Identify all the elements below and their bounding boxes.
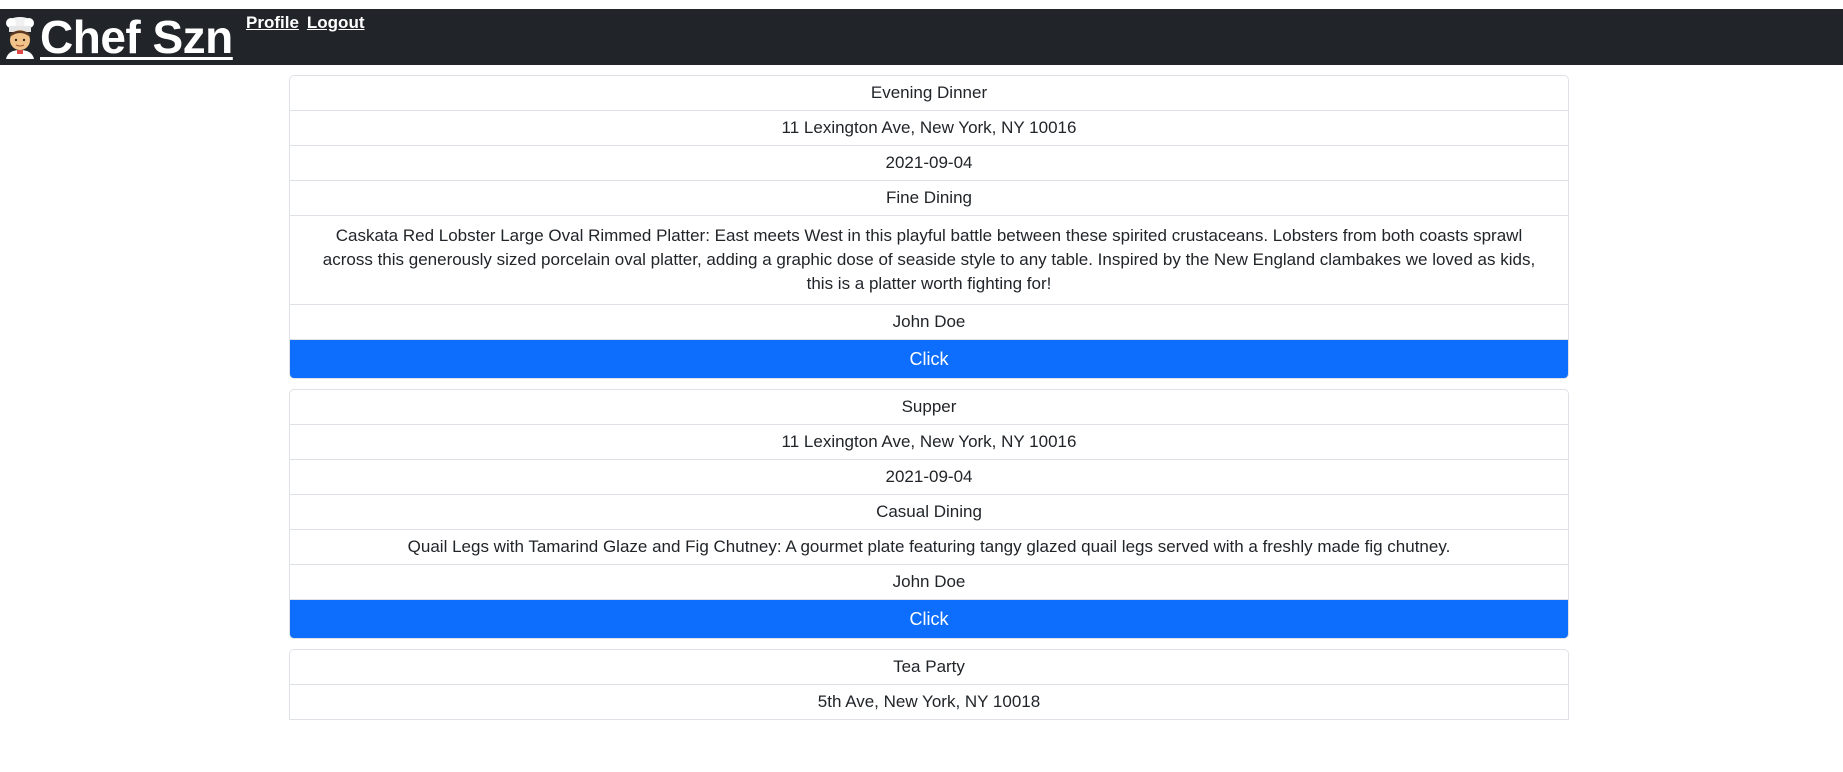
event-title: Supper (290, 390, 1568, 425)
event-card: Supper 11 Lexington Ave, New York, NY 10… (289, 389, 1569, 639)
event-category: Casual Dining (290, 495, 1568, 530)
event-date: 2021-09-04 (290, 460, 1568, 495)
event-click-button[interactable]: Click (290, 600, 1568, 638)
navbar: Chef Szn Profile Logout (0, 9, 1843, 65)
event-host: John Doe (290, 305, 1568, 340)
event-address: 5th Ave, New York, NY 10018 (290, 685, 1568, 720)
nav-link-profile[interactable]: Profile (246, 13, 299, 33)
event-list: Evening Dinner 11 Lexington Ave, New Yor… (289, 75, 1569, 730)
event-card: Evening Dinner 11 Lexington Ave, New Yor… (289, 75, 1569, 379)
event-date: 2021-09-04 (290, 146, 1568, 181)
chef-emoji-icon (6, 17, 34, 59)
brand-title[interactable]: Chef Szn (40, 11, 233, 63)
event-host: John Doe (290, 565, 1568, 600)
event-description: Quail Legs with Tamarind Glaze and Fig C… (290, 530, 1568, 565)
nav-links: Profile Logout (246, 13, 365, 33)
event-category: Fine Dining (290, 181, 1568, 216)
nav-link-logout[interactable]: Logout (307, 13, 365, 33)
top-gap (0, 0, 1843, 9)
event-click-button[interactable]: Click (290, 340, 1568, 378)
event-address: 11 Lexington Ave, New York, NY 10016 (290, 111, 1568, 146)
event-card: Tea Party 5th Ave, New York, NY 10018 (289, 649, 1569, 720)
event-address: 11 Lexington Ave, New York, NY 10016 (290, 425, 1568, 460)
brand-link[interactable]: Chef Szn (0, 11, 233, 63)
event-title: Evening Dinner (290, 76, 1568, 111)
event-description: Caskata Red Lobster Large Oval Rimmed Pl… (290, 216, 1568, 305)
event-title: Tea Party (290, 650, 1568, 685)
